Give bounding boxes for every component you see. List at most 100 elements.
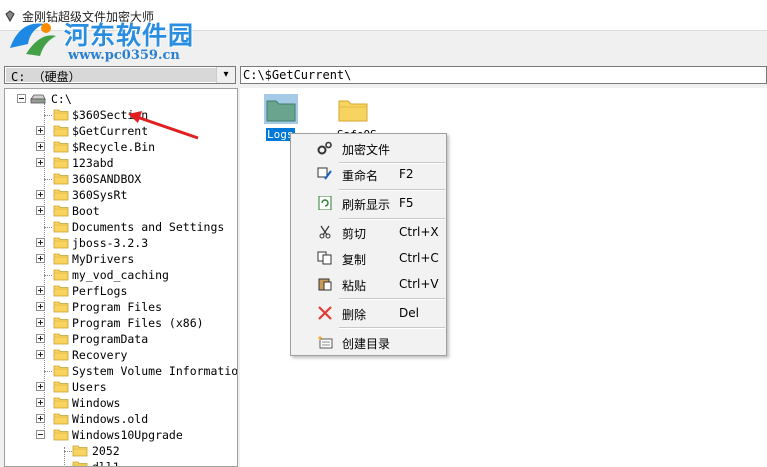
tree-item[interactable]: MyDrivers: [5, 251, 235, 267]
expand-icon[interactable]: [36, 350, 45, 359]
expand-icon[interactable]: [36, 382, 45, 391]
tree-item[interactable]: Program Files (x86): [5, 315, 235, 331]
copy-icon: [317, 251, 332, 265]
collapse-icon[interactable]: [36, 430, 45, 439]
menu-item-label: 剪切: [342, 227, 367, 241]
tree-item-label: Boot: [72, 204, 100, 218]
tree-item[interactable]: ProgramData: [5, 331, 235, 347]
watermark-url: www.pc0359.cn: [68, 48, 180, 63]
tree-item-label: 360SANDBOX: [72, 172, 142, 186]
tree-item-label: Windows.old: [72, 412, 149, 426]
tree-line: [44, 275, 52, 276]
folder-icon: [53, 316, 69, 329]
tree-item-label: $Recycle.Bin: [72, 140, 156, 154]
menu-separator: [339, 298, 445, 300]
tree-item[interactable]: $GetCurrent: [5, 123, 235, 139]
tree-item[interactable]: $360Section: [5, 107, 235, 123]
folder-icon[interactable]: [264, 94, 298, 124]
drive-select-value: C: （硬盘）: [11, 70, 81, 84]
gears-icon: [317, 141, 332, 155]
folder-icon: [53, 332, 69, 345]
expand-icon[interactable]: [36, 126, 45, 135]
menu-separator: [339, 327, 445, 329]
folder-icon: [53, 156, 69, 169]
tree-item[interactable]: 123abd: [5, 155, 235, 171]
tree-item[interactable]: Boot: [5, 203, 235, 219]
expand-icon[interactable]: [36, 254, 45, 263]
tree-item[interactable]: dll1: [5, 459, 235, 467]
expand-icon[interactable]: [36, 414, 45, 423]
tree-line: [44, 371, 52, 372]
chevron-down-icon[interactable]: ▾: [216, 67, 235, 83]
menu-item-refresh[interactable]: 刷新显示 F5: [291, 192, 446, 214]
tree-item[interactable]: jboss-3.2.3: [5, 235, 235, 251]
tree-item[interactable]: Windows.old: [5, 411, 235, 427]
expand-icon[interactable]: [36, 158, 45, 167]
tree-item-label: MyDrivers: [72, 252, 135, 266]
folder-icon: [53, 220, 69, 233]
menu-item-cut[interactable]: 剪切 Ctrl+X: [291, 221, 446, 243]
menu-item-delete[interactable]: 删除 Del: [291, 302, 446, 324]
tree-item[interactable]: 360SysRt: [5, 187, 235, 203]
tree-item-label: jboss-3.2.3: [72, 236, 149, 250]
tree-item[interactable]: my_vod_caching: [5, 267, 235, 283]
collapse-icon[interactable]: [17, 94, 26, 103]
expand-icon[interactable]: [36, 286, 45, 295]
menu-item-rename[interactable]: 重命名 F2: [291, 163, 446, 185]
title-bar: 金刚钻超级文件加密大师: [0, 0, 767, 31]
tree-item[interactable]: $Recycle.Bin: [5, 139, 235, 155]
expand-icon[interactable]: [36, 334, 45, 343]
expand-icon[interactable]: [36, 318, 45, 327]
drive-select[interactable]: C: （硬盘） ▾: [4, 66, 236, 84]
folder-icon: [53, 236, 69, 249]
tree-item-label: 360SysRt: [72, 188, 128, 202]
tree-item[interactable]: Users: [5, 379, 235, 395]
tree-item[interactable]: System Volume Information: [5, 363, 237, 379]
tree-root[interactable]: C:\: [5, 91, 235, 107]
tree-item[interactable]: Recovery: [5, 347, 235, 363]
menu-item-encrypt[interactable]: 加密文件: [291, 137, 446, 159]
tree-item-label: Program Files: [72, 300, 163, 314]
paste-icon: [318, 278, 332, 291]
expand-icon[interactable]: [36, 190, 45, 199]
tree-item-label: Documents and Settings: [72, 220, 225, 234]
menu-item-copy[interactable]: 复制 Ctrl+C: [291, 247, 446, 269]
menu-item-new-folder[interactable]: 创建目录: [291, 331, 446, 353]
tree-item[interactable]: Program Files: [5, 299, 235, 315]
tree-item[interactable]: 360SANDBOX: [5, 171, 235, 187]
expand-icon[interactable]: [36, 238, 45, 247]
context-menu: 加密文件 重命名 F2 刷新显示 F5 剪切 Ctrl+X 复制 Ctrl+C …: [290, 133, 447, 356]
tree-item[interactable]: Windows: [5, 395, 235, 411]
tree-item[interactable]: 2052: [5, 443, 235, 459]
tree-item-label: dll1: [92, 460, 120, 467]
menu-item-label: 刷新显示: [342, 198, 391, 212]
scissors-icon: [319, 225, 331, 239]
expand-icon[interactable]: [36, 206, 45, 215]
tree-item[interactable]: Documents and Settings: [5, 219, 235, 235]
folder-icon[interactable]: [336, 94, 370, 124]
window-title: 金刚钻超级文件加密大师: [22, 10, 155, 24]
expand-icon[interactable]: [36, 142, 45, 151]
tree-item-label: ProgramData: [72, 332, 149, 346]
app-icon: [5, 10, 15, 22]
folder-tree[interactable]: C:\ $360Section $GetCurrent $Recycle.Bin 12…: [4, 88, 238, 467]
menu-separator: [339, 189, 445, 191]
folder-icon: [53, 188, 69, 201]
tree-item-label: $GetCurrent: [72, 124, 149, 138]
tree-item-label: C:\: [51, 92, 72, 106]
expand-icon[interactable]: [36, 302, 45, 311]
menu-item-shortcut: F2: [399, 167, 414, 181]
folder-icon: [53, 204, 69, 217]
tree-item[interactable]: Windows10Upgrade: [5, 427, 235, 443]
rename-icon: [317, 167, 332, 180]
tree-item-label: Recovery: [72, 348, 128, 362]
tree-item[interactable]: PerfLogs: [5, 283, 235, 299]
folder-icon: [53, 268, 69, 281]
expand-icon[interactable]: [36, 398, 45, 407]
tree-item-label: Program Files (x86): [72, 316, 204, 330]
menu-item-shortcut: Ctrl+X: [399, 225, 439, 239]
path-field[interactable]: C:\$GetCurrent\: [240, 66, 767, 84]
menu-item-paste[interactable]: 粘贴 Ctrl+V: [291, 273, 446, 295]
menu-item-shortcut: Del: [399, 306, 419, 320]
new-folder-icon: [318, 336, 333, 349]
